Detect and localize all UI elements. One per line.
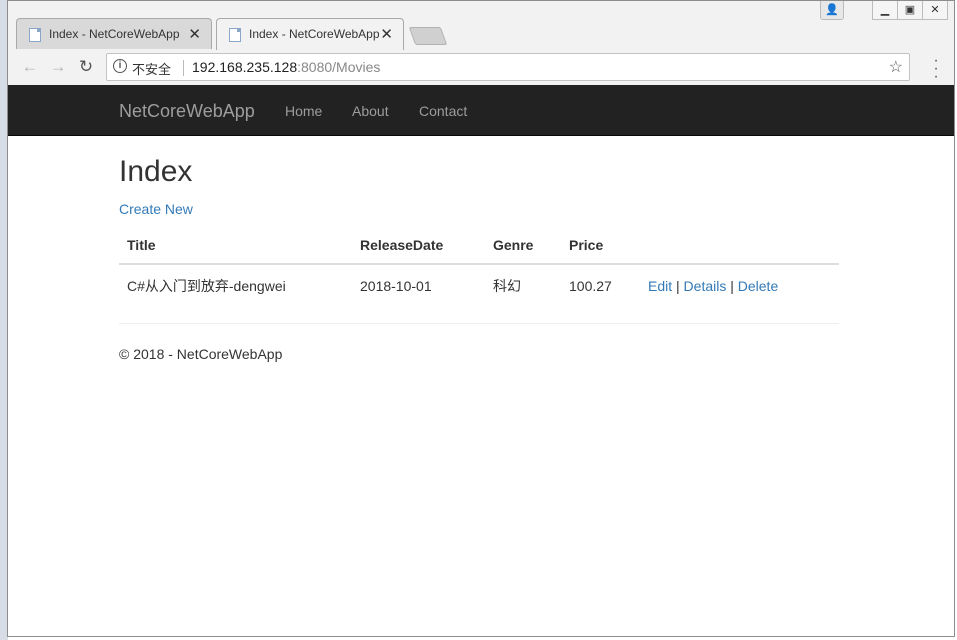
navbar-brand[interactable]: NetCoreWebApp — [119, 101, 255, 122]
column-header-actions — [640, 229, 839, 265]
nav-home[interactable]: Home — [285, 103, 322, 119]
window-controls: ▁ ▣ ✕ — [872, 1, 948, 21]
table-row: C#从入门到放弃-dengwei 2018-10-01 科幻 100.27 Ed… — [119, 263, 839, 308]
tab-2-title: Index - NetCoreWebApp — [249, 27, 379, 41]
movies-table: Title ReleaseDate Genre Price C#从入门到放弃-d… — [119, 229, 839, 308]
close-icon[interactable]: ✕ — [188, 25, 201, 43]
tab-2[interactable]: Index - NetCoreWebApp ✕ — [216, 18, 404, 50]
cell-price: 100.27 — [561, 263, 640, 308]
footer-divider — [119, 323, 839, 324]
page-viewport: NetCoreWebApp Home About Contact Index C… — [8, 85, 954, 636]
details-link[interactable]: Details — [684, 278, 727, 294]
close-icon[interactable]: ✕ — [380, 25, 393, 43]
page-title: Index — [119, 155, 193, 188]
site-navbar: NetCoreWebApp Home About Contact — [8, 85, 954, 136]
page-icon — [229, 28, 241, 42]
nav-about[interactable]: About — [352, 103, 389, 119]
forward-icon[interactable]: → — [48, 57, 68, 77]
table-header-row: Title ReleaseDate Genre Price — [119, 229, 839, 265]
close-window-button[interactable]: ✕ — [922, 1, 948, 20]
cell-release-date: 2018-10-01 — [352, 263, 485, 308]
browser-toolbar: ← → ↻ i 不安全 192.168.235.128:8080/Movies … — [8, 49, 954, 86]
new-tab-button[interactable] — [408, 27, 448, 45]
browser-window: Index - NetCoreWebApp ✕ Index - NetCoreW… — [7, 0, 955, 637]
edit-link[interactable]: Edit — [648, 278, 672, 294]
url-path: :8080/Movies — [297, 59, 381, 75]
tab-1[interactable]: Index - NetCoreWebApp ✕ — [16, 18, 212, 49]
url-host: 192.168.235.128 — [192, 59, 298, 75]
bookmark-star-icon[interactable]: ☆ — [889, 57, 903, 77]
delete-link[interactable]: Delete — [738, 278, 778, 294]
menu-icon[interactable]: · · · — [932, 53, 940, 85]
cell-title: C#从入门到放弃-dengwei — [119, 263, 352, 308]
minimize-button[interactable]: ▁ — [872, 1, 898, 20]
page-icon — [29, 28, 41, 42]
column-header: Genre — [485, 229, 561, 265]
address-bar[interactable]: i 不安全 192.168.235.128:8080/Movies ☆ — [106, 53, 910, 81]
column-header: Price — [561, 229, 640, 265]
nav-contact[interactable]: Contact — [419, 103, 467, 119]
url-text[interactable]: 192.168.235.128:8080/Movies — [192, 59, 380, 75]
footer-text: © 2018 - NetCoreWebApp — [119, 346, 283, 362]
tab-1-title: Index - NetCoreWebApp — [49, 27, 179, 41]
security-label[interactable]: 不安全 — [132, 59, 171, 78]
create-new-link[interactable]: Create New — [119, 201, 193, 217]
column-header: Title — [119, 229, 352, 265]
column-header: ReleaseDate — [352, 229, 485, 265]
title-bar: Index - NetCoreWebApp ✕ Index - NetCoreW… — [8, 1, 954, 50]
cell-genre: 科幻 — [485, 263, 561, 308]
maximize-button[interactable]: ▣ — [897, 1, 923, 20]
address-separator — [183, 60, 184, 76]
back-icon[interactable]: ← — [20, 57, 40, 77]
user-icon[interactable]: 👤 — [820, 1, 844, 20]
cell-actions: Edit | Details | Delete — [640, 263, 839, 308]
info-icon[interactable]: i — [113, 59, 127, 73]
reload-icon[interactable]: ↻ — [76, 57, 96, 77]
